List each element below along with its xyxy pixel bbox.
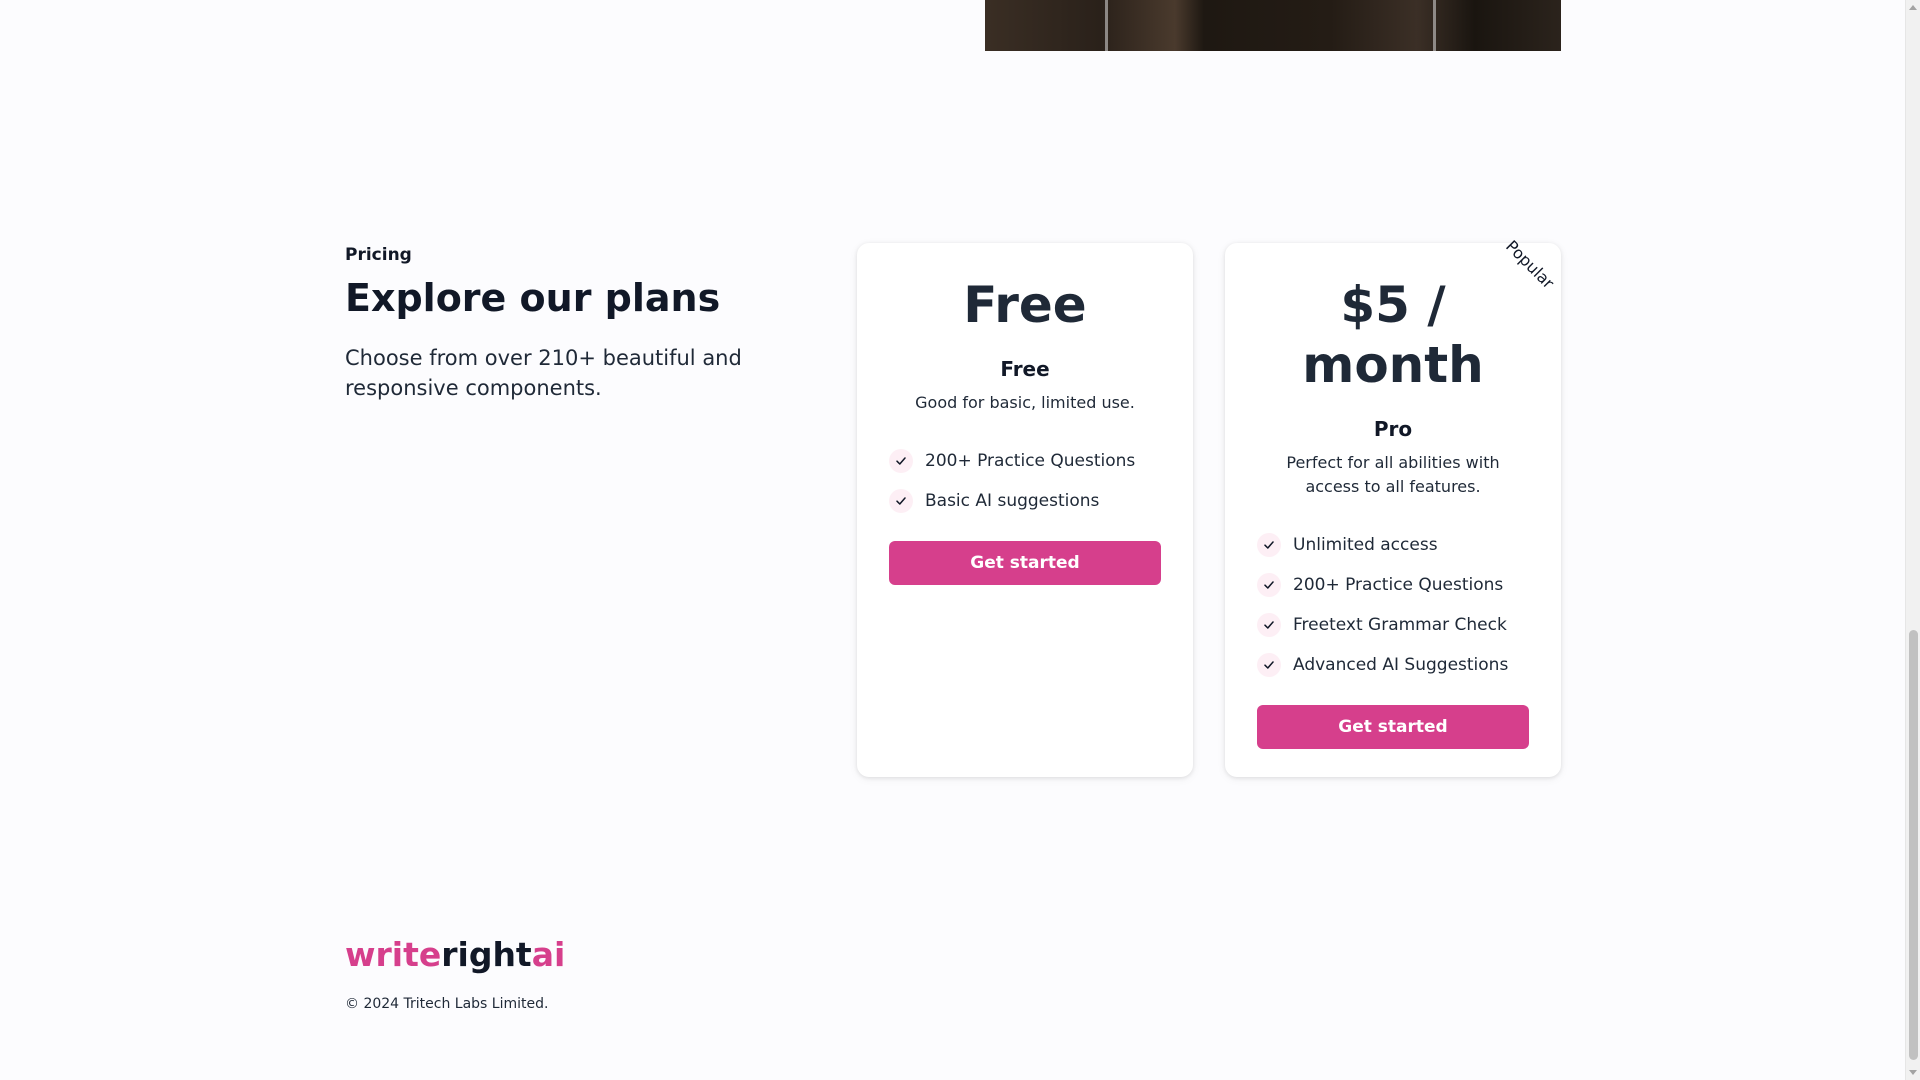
brand-logo-part: write — [345, 935, 442, 974]
hero-image — [985, 0, 1561, 51]
plan-description: Perfect for all abilities with access to… — [1286, 453, 1500, 496]
check-icon — [1257, 573, 1281, 597]
check-icon — [1257, 533, 1281, 557]
check-icon — [1257, 653, 1281, 677]
check-icon — [889, 449, 913, 473]
brand-logo[interactable]: writerightai — [345, 935, 565, 974]
get-started-free-button[interactable]: Get started — [889, 541, 1161, 585]
check-icon — [889, 489, 913, 513]
plan-card-free: Free Free Good for basic, limited use. 2… — [857, 243, 1193, 777]
feature-item: 200+ Practice Questions — [1257, 565, 1529, 605]
brand-logo-part: ai — [531, 935, 566, 974]
scroll-up-icon[interactable] — [1909, 5, 1917, 10]
feature-label: Unlimited access — [1293, 535, 1438, 555]
image-detail — [1433, 0, 1436, 51]
plan-price: $5 / month — [1302, 276, 1484, 394]
plan-description: Good for basic, limited use. — [915, 393, 1135, 412]
pricing-subtitle: Choose from over 210+ beautiful and resp… — [345, 346, 742, 400]
feature-label: 200+ Practice Questions — [925, 451, 1136, 471]
feature-label: Freetext Grammar Check — [1293, 615, 1507, 635]
copyright: © 2024 Tritech Labs Limited. — [345, 996, 549, 1012]
feature-item: 200+ Practice Questions — [889, 441, 1161, 481]
feature-label: Basic AI suggestions — [925, 491, 1100, 511]
get-started-pro-button[interactable]: Get started — [1257, 705, 1529, 749]
feature-label: 200+ Practice Questions — [1293, 575, 1504, 595]
check-icon — [1257, 613, 1281, 637]
plan-name: Pro — [1373, 417, 1413, 441]
feature-item: Advanced AI Suggestions — [1257, 645, 1529, 685]
feature-list: Unlimited access 200+ Practice Questions… — [1257, 525, 1529, 685]
plan-name: Free — [1000, 357, 1050, 381]
feature-item: Unlimited access — [1257, 525, 1529, 565]
page: Pricing Explore our plans Choose from ov… — [0, 0, 1920, 1080]
scroll-down-icon[interactable] — [1909, 1070, 1917, 1075]
scrollbar-thumb[interactable] — [1909, 630, 1918, 1060]
feature-list: 200+ Practice Questions Basic AI suggest… — [889, 441, 1161, 521]
image-detail — [1105, 0, 1108, 51]
feature-item: Freetext Grammar Check — [1257, 605, 1529, 645]
pricing-title: Explore our plans — [345, 276, 721, 320]
pricing-eyebrow: Pricing — [345, 245, 412, 265]
feature-label: Advanced AI Suggestions — [1293, 655, 1509, 675]
scrollbar[interactable] — [1905, 0, 1920, 1080]
plan-card-pro: $5 / month Pro Perfect for all abilities… — [1225, 243, 1561, 777]
feature-item: Basic AI suggestions — [889, 481, 1161, 521]
plan-price: Free — [963, 276, 1087, 334]
brand-logo-part: right — [441, 935, 532, 974]
